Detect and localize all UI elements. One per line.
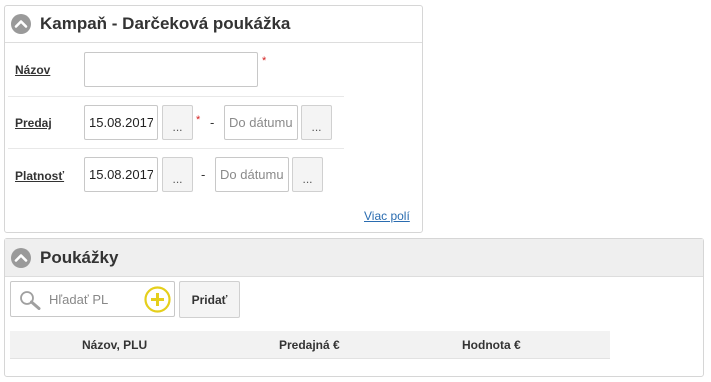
campaign-panel-title: Kampaň - Darčeková poukážka <box>40 14 291 33</box>
sale-from-date-input[interactable] <box>84 105 158 140</box>
name-label: Názov <box>15 63 51 77</box>
column-header-value[interactable]: Hodnota € <box>462 338 521 352</box>
column-header-name-plu[interactable]: Názov, PLU <box>82 338 147 352</box>
sale-to-date-input[interactable] <box>224 105 298 140</box>
voucher-search-input[interactable] <box>49 288 109 310</box>
vouchers-panel-title: Poukážky <box>40 248 119 267</box>
search-icon <box>20 291 41 310</box>
collapse-chevron-icon[interactable] <box>11 248 31 268</box>
vouchers-panel-header[interactable]: Poukážky <box>5 239 703 277</box>
row-separator <box>8 96 344 97</box>
voucher-search-box <box>10 281 175 317</box>
add-plus-icon[interactable] <box>144 286 171 313</box>
validity-to-date-input[interactable] <box>215 157 289 192</box>
sale-to-date-picker-button[interactable]: ... <box>301 105 332 140</box>
sale-required-mark: * <box>196 114 201 126</box>
validity-from-date-picker-button[interactable]: ... <box>162 157 193 192</box>
validity-to-date-picker-button[interactable]: ... <box>292 157 323 192</box>
validity-from-date-input[interactable] <box>84 157 158 192</box>
row-separator <box>8 148 344 149</box>
add-voucher-button[interactable]: Pridať <box>179 281 240 318</box>
more-fields-link[interactable]: Viac polí <box>364 209 410 223</box>
sale-label: Predaj <box>15 116 52 130</box>
campaign-panel-header[interactable]: Kampaň - Darčeková poukážka <box>5 6 422 43</box>
name-input[interactable] <box>84 52 258 87</box>
collapse-chevron-icon[interactable] <box>11 14 31 34</box>
validity-label: Platnosť <box>15 169 65 183</box>
sale-date-range-dash: - <box>210 115 215 130</box>
vouchers-table-header: Názov, PLU Predajná € Hodnota € <box>10 331 610 359</box>
column-header-sale-price[interactable]: Predajná € <box>279 338 340 352</box>
name-required-mark: * <box>262 55 267 67</box>
validity-date-range-dash: - <box>201 167 206 182</box>
campaign-panel: Kampaň - Darčeková poukážka Názov * Pred… <box>4 5 423 233</box>
sale-from-date-picker-button[interactable]: ... <box>162 105 193 140</box>
vouchers-panel: Poukážky Pridať Názov, PLU Predajná € Ho… <box>4 238 704 377</box>
